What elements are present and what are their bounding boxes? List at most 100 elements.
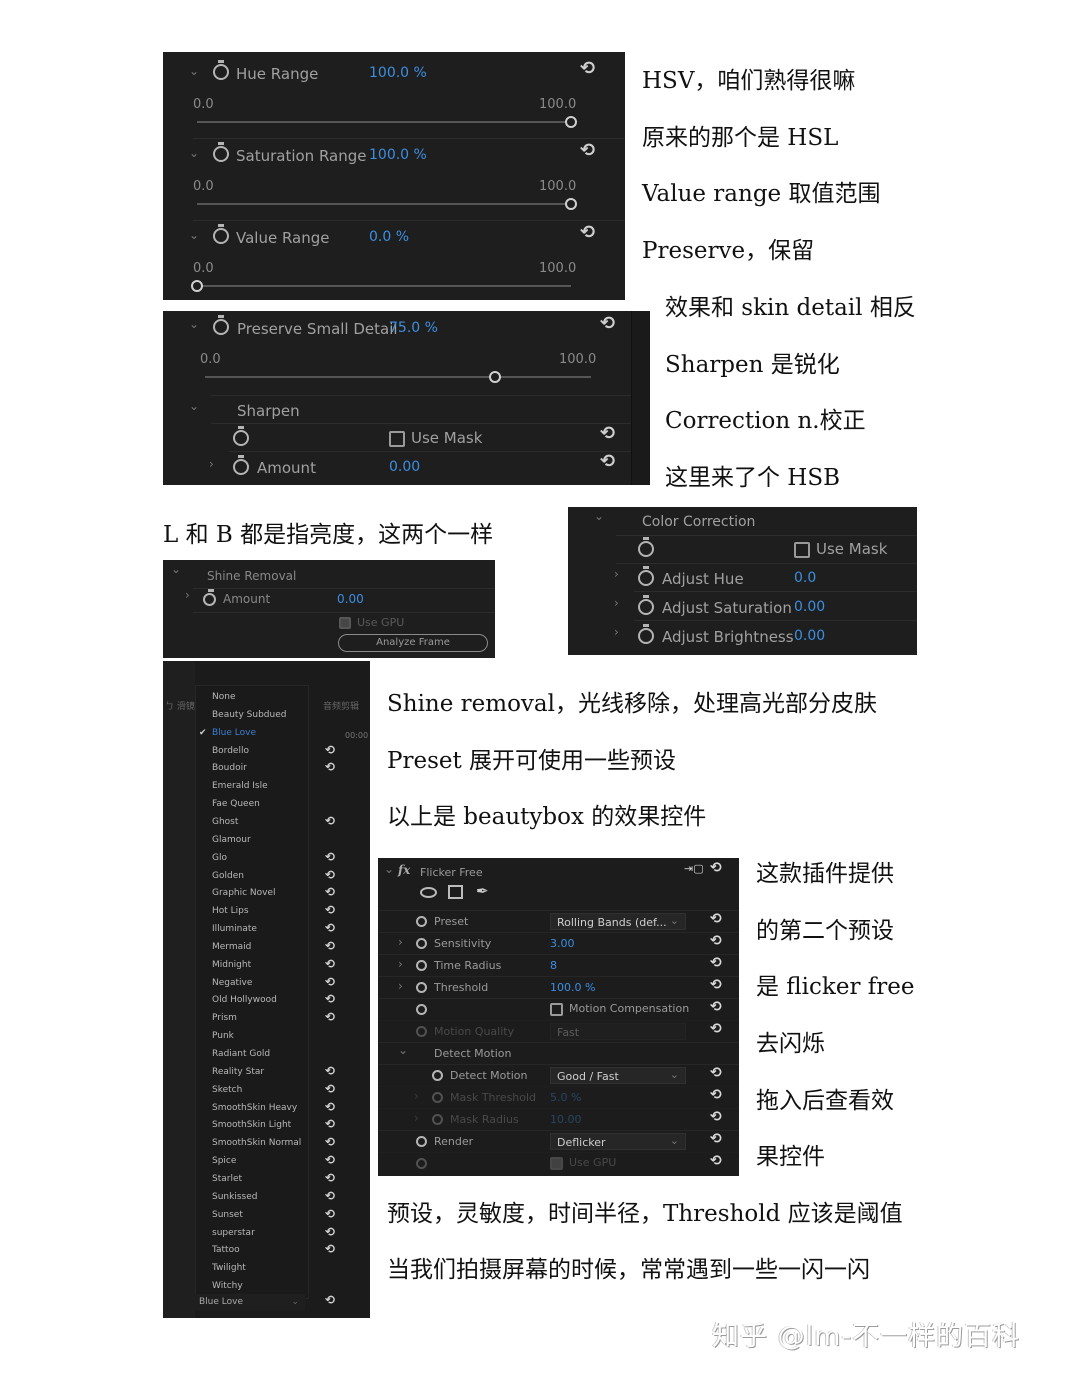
chevron-right-icon[interactable]: ›	[398, 979, 403, 993]
use-gpu-checkbox[interactable]: Use GPU	[339, 616, 404, 629]
flicker-param-value[interactable]: 5.0 %	[550, 1091, 581, 1104]
preset-menu-item[interactable]: Ghost	[212, 817, 238, 827]
stopwatch-icon[interactable]	[416, 916, 427, 927]
flicker-checkbox[interactable]: Motion Compensation	[550, 1002, 689, 1016]
reset-icon[interactable]: ⟲	[325, 939, 335, 953]
reset-icon[interactable]: ⟲	[600, 451, 615, 472]
reset-icon[interactable]: ⟲	[710, 1131, 722, 1147]
reset-icon[interactable]: ⟲	[580, 222, 595, 243]
reset-icon[interactable]: ⟲	[325, 1010, 335, 1024]
reset-icon[interactable]: ⟲	[325, 992, 335, 1006]
stopwatch-icon[interactable]	[432, 1092, 443, 1103]
pen-mask-icon[interactable]: ✒	[476, 882, 489, 900]
reset-icon[interactable]: ⟲	[580, 58, 595, 79]
stopwatch-icon[interactable]	[233, 426, 249, 446]
preserve-slider-track[interactable]	[205, 376, 591, 378]
use-mask-checkbox[interactable]: Use Mask	[794, 540, 887, 558]
preset-menu-item[interactable]: Graphic Novel	[212, 888, 276, 898]
preset-menu-item[interactable]: Glamour	[212, 835, 251, 845]
preset-menu-item[interactable]: Old Hollywood	[212, 995, 277, 1005]
flicker-param-dropdown[interactable]: Good / Fast ⌄	[550, 1067, 686, 1084]
preset-menu-item[interactable]: Spice	[212, 1156, 236, 1166]
saturation-range-value[interactable]: 100.0 %	[369, 147, 427, 163]
stopwatch-icon[interactable]	[416, 938, 427, 949]
chevron-right-icon[interactable]: ›	[414, 1089, 419, 1103]
reset-icon[interactable]: ⟲	[325, 743, 335, 757]
preset-menu-item[interactable]: Prism	[212, 1013, 237, 1023]
chevron-down-icon[interactable]: ⌄	[189, 146, 199, 160]
hue-range-slider-track[interactable]	[197, 121, 571, 123]
chevron-right-icon[interactable]: ›	[185, 588, 190, 602]
preset-menu-item[interactable]: Sunkissed	[212, 1192, 257, 1202]
value-range-slider-track[interactable]	[197, 285, 571, 287]
stopwatch-icon[interactable]	[416, 1158, 427, 1169]
reset-icon[interactable]: ⟲	[325, 1100, 335, 1114]
chevron-right-icon[interactable]: ›	[614, 596, 619, 610]
reset-icon[interactable]: ⟲	[325, 868, 335, 882]
preset-menu-item[interactable]: Tattoo	[212, 1245, 240, 1255]
reset-icon[interactable]: ⟲	[325, 957, 335, 971]
chevron-right-icon[interactable]: ›	[614, 567, 619, 581]
checkbox-checked-icon[interactable]	[550, 1156, 563, 1170]
preset-menu-item[interactable]: Fae Queen	[212, 799, 260, 809]
reset-icon[interactable]: ⟲	[325, 903, 335, 917]
reset-icon[interactable]: ⟲	[710, 911, 722, 927]
analyze-frame-button[interactable]: Analyze Frame	[338, 634, 488, 652]
scrollbar[interactable]	[631, 311, 650, 485]
chevron-down-icon[interactable]: ⌄	[171, 562, 181, 576]
reset-icon[interactable]: ⟲	[325, 1135, 335, 1149]
chevron-down-icon[interactable]: ⌄	[189, 64, 199, 78]
reset-icon[interactable]: ⟲	[325, 1293, 335, 1307]
ellipse-mask-icon[interactable]	[420, 887, 437, 898]
rectangle-mask-icon[interactable]	[448, 885, 463, 899]
chevron-down-icon[interactable]: ⌄	[189, 228, 199, 242]
reset-icon[interactable]: ⟲	[710, 1021, 722, 1037]
reset-icon[interactable]: ⟲	[325, 760, 335, 774]
stopwatch-icon[interactable]	[638, 595, 654, 615]
reset-icon[interactable]: ⟲	[325, 1082, 335, 1096]
add-to-panel-icon[interactable]: ⇥▢	[684, 862, 704, 875]
stopwatch-icon[interactable]	[203, 589, 216, 606]
preset-menu-item[interactable]: Punk	[212, 1031, 234, 1041]
adjust-brightness-value[interactable]: 0.00	[794, 628, 825, 644]
saturation-range-slider-track[interactable]	[197, 203, 571, 205]
reset-icon[interactable]: ⟲	[710, 977, 722, 993]
reset-icon[interactable]: ⟲	[325, 850, 335, 864]
preset-menu-item[interactable]: Beauty Subdued	[212, 710, 286, 720]
stopwatch-icon[interactable]	[213, 224, 229, 244]
checkbox-checked-icon[interactable]	[339, 617, 351, 629]
use-mask-checkbox[interactable]: Use Mask	[389, 429, 482, 447]
chevron-right-icon[interactable]: ›	[398, 957, 403, 971]
reset-icon[interactable]: ⟲	[580, 140, 595, 161]
stopwatch-icon[interactable]	[638, 566, 654, 586]
reset-icon[interactable]: ⟲	[710, 955, 722, 971]
amount-value[interactable]: 0.00	[389, 459, 420, 475]
stopwatch-icon[interactable]	[416, 982, 427, 993]
saturation-range-slider-knob[interactable]	[565, 198, 577, 210]
value-range-slider-knob[interactable]	[191, 280, 203, 292]
reset-icon[interactable]: ⟲	[325, 921, 335, 935]
flicker-param-dropdown[interactable]: Deflicker ⌄	[550, 1133, 686, 1150]
preset-menu-item[interactable]: Mermaid	[212, 942, 251, 952]
reset-icon[interactable]: ⟲	[325, 1225, 335, 1239]
flicker-param-value[interactable]: 3.00	[550, 937, 575, 950]
checkbox-icon[interactable]	[550, 1002, 563, 1016]
preset-menu-item[interactable]: Boudoir	[212, 763, 247, 773]
chevron-right-icon[interactable]: ›	[209, 457, 214, 471]
flicker-param-value[interactable]: 10.00	[550, 1113, 582, 1126]
reset-icon[interactable]: ⟲	[325, 1153, 335, 1167]
reset-icon[interactable]: ⟲	[325, 1117, 335, 1131]
preset-menu-item[interactable]: Glo	[212, 853, 227, 863]
reset-icon[interactable]: ⟲	[710, 1065, 722, 1081]
reset-icon[interactable]: ⟲	[325, 975, 335, 989]
stopwatch-icon[interactable]	[416, 1026, 427, 1037]
preset-menu-item[interactable]: Twilight	[212, 1263, 246, 1273]
preset-menu-item[interactable]: superstar	[212, 1228, 255, 1238]
reset-icon[interactable]: ⟲	[325, 1242, 335, 1256]
stopwatch-icon[interactable]	[233, 455, 249, 475]
flicker-param-value[interactable]: 100.0 %	[550, 981, 595, 994]
reset-icon[interactable]: ⟲	[325, 1064, 335, 1078]
chevron-down-icon[interactable]: ⌄	[189, 399, 199, 413]
preset-menu-item[interactable]: Witchy	[212, 1281, 243, 1291]
hue-range-value[interactable]: 100.0 %	[369, 65, 427, 81]
